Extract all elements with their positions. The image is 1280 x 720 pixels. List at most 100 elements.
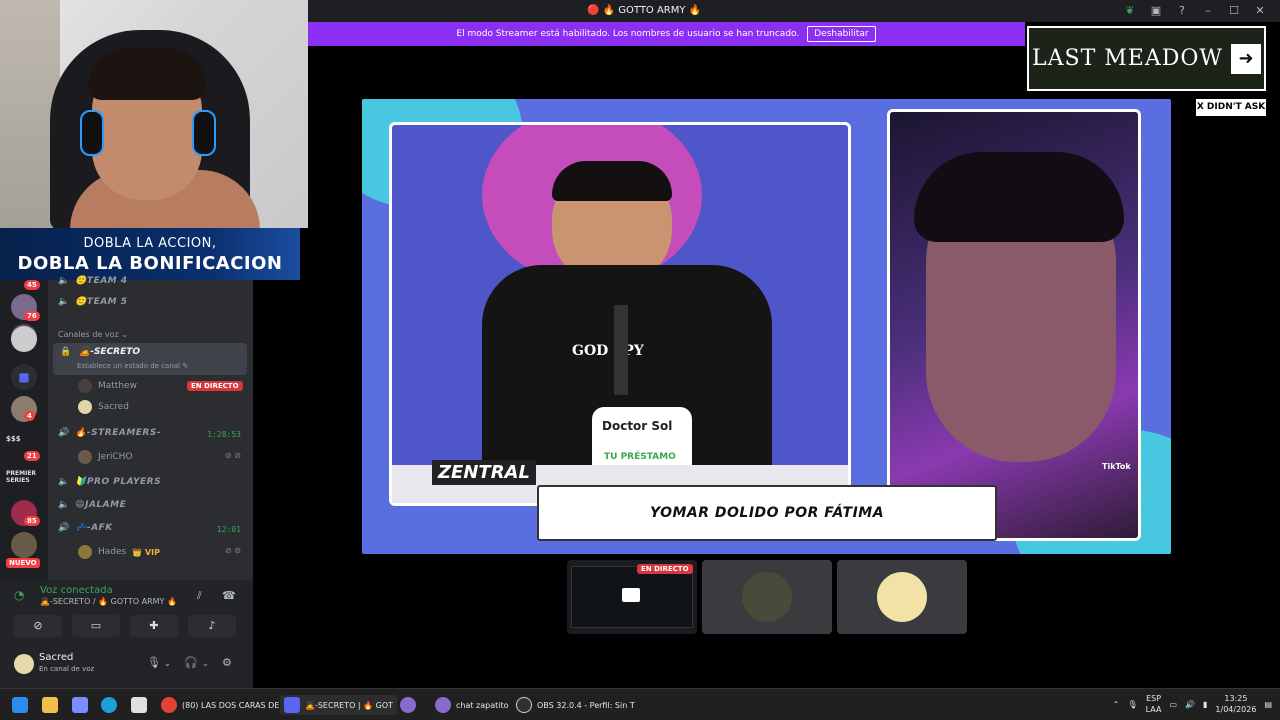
app-button[interactable] (400, 695, 416, 715)
app-label: chat zapatito (456, 700, 509, 710)
user-avatar[interactable] (14, 654, 34, 674)
live-badge: EN DIRECTO (637, 564, 693, 574)
volume-icon[interactable]: 🔊 (1185, 700, 1195, 709)
channel-timer: 12:01 (216, 525, 241, 534)
muted-icon: ⊘ ⊘ (225, 451, 241, 460)
clock[interactable]: 13:25 1/04/2026 (1215, 693, 1256, 715)
camera-button[interactable]: ⊘ (14, 615, 62, 637)
voice-connected[interactable]: Voz conectada (40, 585, 113, 596)
server-icon[interactable] (11, 326, 37, 352)
microphone-icon[interactable]: 🎙 (147, 656, 161, 669)
system-tray: ⌃ 🎙 ESP LAA ▭ 🔊 ▮ 13:25 1/04/2026 ▤ (1113, 693, 1272, 715)
screen-share-button[interactable]: ▭ (72, 615, 120, 637)
maximize-icon[interactable]: ☐ (1228, 5, 1240, 17)
discord-button[interactable]: 🙇-SECRETO | 🔥 GOT (280, 695, 398, 715)
inbox-icon[interactable]: ▣ (1150, 5, 1162, 17)
explorer-button[interactable] (42, 695, 58, 715)
app-label: OBS 32.0.4 - Perfil: Sin T (537, 700, 635, 710)
soundboard-button[interactable]: ♪ (188, 615, 236, 637)
voice-user[interactable]: JeriCHO (78, 450, 133, 464)
leaf-icon[interactable]: ❦ (1124, 5, 1136, 17)
chevron-up-icon[interactable]: ⌃ (1113, 700, 1120, 709)
chevron-down-icon[interactable]: ⌄ (164, 659, 171, 668)
windows-icon (12, 697, 28, 713)
network-icon[interactable]: ▭ (1169, 700, 1177, 709)
close-icon[interactable]: ✕ (1254, 5, 1266, 17)
voice-user[interactable]: Matthew (78, 379, 137, 393)
promo-line1: DOBLA LA ACCION, (83, 236, 217, 251)
clock-date: 1/04/2026 (1215, 705, 1257, 714)
host-hair (552, 161, 672, 201)
headset-right (192, 110, 216, 156)
channel-name: 💤-AFK (75, 523, 113, 533)
help-icon[interactable]: ? (1176, 5, 1188, 17)
chat-button[interactable]: chat zapatito (435, 695, 509, 715)
channel-list: 🔈 🙂TEAM 4 🔈 🙂TEAM 5 Canales de voz ⌄ 🔒 🙇-S… (48, 276, 253, 580)
participant-tile[interactable] (837, 560, 967, 634)
voice-category[interactable]: Canales de voz ⌄ (58, 330, 128, 339)
folder-icon[interactable]: ■ (11, 364, 37, 390)
notification-icon[interactable]: ▤ (1264, 700, 1272, 709)
channel-afk[interactable]: 🔊 💤-AFK (58, 523, 113, 533)
ad-banner[interactable]: LAST MEADOW ➜ (1027, 26, 1266, 91)
channel-status[interactable]: Establece un estado de canal ✎ (77, 362, 188, 370)
microphone (614, 305, 628, 395)
channel-name: 🙂TEAM 4 (75, 276, 128, 286)
voice-channel[interactable]: 🙇-SECRETO / 🔥 GOTTO ARMY 🔥 (40, 597, 177, 606)
obs-button[interactable]: OBS 32.0.4 - Perfil: Sin T (516, 695, 635, 715)
ad-title: LAST MEADOW (1032, 46, 1223, 71)
disable-streamer-button[interactable]: Deshabilitar (807, 26, 876, 42)
copilot-button[interactable] (72, 695, 88, 715)
store-button[interactable] (131, 695, 147, 715)
folder-icon (42, 697, 58, 713)
streamer-hair (88, 48, 206, 100)
noise-suppression-icon[interactable]: ⫽ (197, 589, 202, 603)
channel-secreto[interactable]: 🔒 🙇-SECRETO Establece un estado de canal… (53, 343, 247, 375)
clock-time: 13:25 (1224, 694, 1248, 703)
promo-line2: DOBLA LA BONIFICACION (17, 253, 283, 274)
user-name: Hades (98, 547, 127, 557)
chevron-down-icon[interactable]: ⌄ (202, 659, 209, 668)
sponsor-name: Doctor Sol (602, 419, 673, 433)
language-indicator[interactable]: ESP LAA (1146, 693, 1162, 715)
edge-button[interactable] (101, 695, 117, 715)
battery-icon[interactable]: ▮ (1203, 700, 1207, 709)
chrome-button[interactable]: (80) LAS DOS CARAS DE (161, 695, 279, 715)
microphone-icon[interactable]: 🎙 (1128, 700, 1138, 709)
server-badge: 85 (24, 516, 40, 526)
studio-frame: GOD SPY Doctor Sol TU PRÉSTAMO ZENTRAL (389, 122, 851, 506)
channel-team4[interactable]: 🔈 🙂TEAM 4 (58, 276, 128, 286)
server-sss[interactable]: $$$ (6, 435, 21, 443)
signal-icon[interactable]: ◔ (14, 588, 24, 602)
shirt-text: GOD SPY (572, 343, 644, 359)
participant-tile[interactable]: EN DIRECTO (567, 560, 697, 634)
tiktok-logo: TikTok (1102, 462, 1131, 471)
start-button[interactable] (12, 695, 28, 715)
voice-user[interactable]: Hades 👑 VIP (78, 545, 160, 559)
app-label: (80) LAS DOS CARAS DE (182, 700, 280, 710)
stream-video[interactable]: GOD SPY Doctor Sol TU PRÉSTAMO ZENTRAL T… (362, 99, 1171, 554)
server-icon[interactable] (11, 532, 37, 558)
webcam-overlay (0, 0, 308, 228)
voice-user[interactable]: Sacred (78, 400, 129, 414)
speaker-icon: 🔈 (58, 477, 70, 487)
channel-jalame[interactable]: 🔈 😄JALAME (58, 500, 126, 510)
taskbar: (80) LAS DOS CARAS DE 🙇-SECRETO | 🔥 GOT … (0, 688, 1280, 720)
streamer-message: El modo Streamer está habilitado. Los no… (456, 29, 800, 39)
gear-icon[interactable]: ⚙ (222, 656, 232, 669)
server-premier[interactable]: PREMIER SERIES (6, 470, 42, 484)
disconnect-icon[interactable]: ☎ (222, 589, 236, 602)
user-name[interactable]: Sacred (39, 652, 73, 663)
participant-tile[interactable] (702, 560, 832, 634)
speaker-icon: 🔊 (58, 428, 70, 438)
live-badge: EN DIRECTO (187, 381, 243, 391)
channel-pro-players[interactable]: 🔈 🔰PRO PLAYERS (58, 477, 161, 487)
channel-team5[interactable]: 🔈 🙂TEAM 5 (58, 297, 128, 307)
headphones-icon[interactable]: 🎧 (184, 656, 198, 669)
channel-name: 🔥-STREAMERS- (75, 428, 162, 438)
minimize-icon[interactable]: – (1202, 5, 1214, 17)
channel-streamers[interactable]: 🔊 🔥-STREAMERS- (58, 428, 161, 438)
brand-logo: ZENTRAL (432, 460, 536, 485)
tiktok-frame: TikTok (887, 109, 1141, 541)
activities-button[interactable]: ✚ (130, 615, 178, 637)
